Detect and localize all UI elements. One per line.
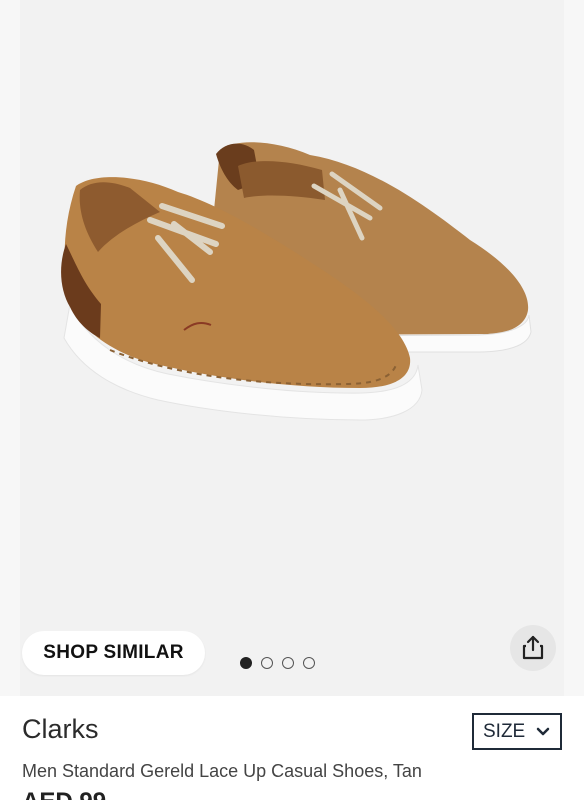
- shop-similar-button[interactable]: SHOP SIMILAR: [22, 631, 205, 675]
- pagination-dot-4[interactable]: [303, 657, 315, 669]
- brand-name[interactable]: Clarks: [22, 714, 99, 745]
- product-detail-page: SHOP SIMILAR Clarks SIZE Men Standard Ge…: [0, 0, 584, 800]
- chevron-down-icon: [536, 727, 550, 735]
- image-pagination: [240, 657, 315, 669]
- size-label: SIZE: [483, 720, 526, 742]
- product-info: Clarks SIZE Men Standard Gereld Lace Up …: [0, 696, 584, 800]
- gallery-left-edge: [0, 0, 20, 696]
- gallery-right-edge: [564, 0, 584, 696]
- product-title: Men Standard Gereld Lace Up Casual Shoes…: [22, 761, 422, 781]
- pagination-dot-2[interactable]: [261, 657, 273, 669]
- share-button[interactable]: [510, 625, 556, 671]
- product-price: AED 99: [22, 788, 106, 800]
- size-selector[interactable]: SIZE: [472, 713, 562, 750]
- product-image-gallery[interactable]: SHOP SIMILAR: [0, 0, 584, 696]
- share-icon: [522, 635, 544, 660]
- product-image: [61, 142, 532, 421]
- pagination-dot-3[interactable]: [282, 657, 294, 669]
- pagination-dot-1[interactable]: [240, 657, 252, 669]
